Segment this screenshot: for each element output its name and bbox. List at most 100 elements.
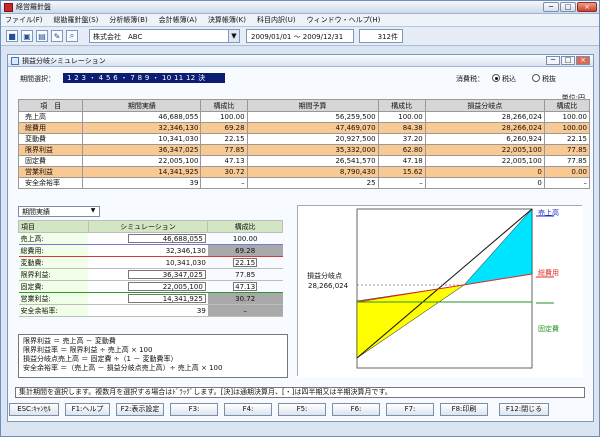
simulation-source-value: 期間実績 (22, 208, 50, 216)
menu-bar: ファイル(F) 総勘羅針盤(S) 分析帳簿(B) 会計帳簿(A) 決算帳簿(K)… (1, 14, 599, 27)
record-count: 312件 (359, 29, 403, 43)
save-icon[interactable]: ■ (6, 30, 18, 42)
search-icon[interactable]: ⌕ (66, 30, 78, 42)
table-row: 限界利益 36,347,025 77.85 35,332,000 62.80 22,005… (17, 144, 591, 156)
f3-button[interactable]: F3: (170, 403, 218, 416)
display-settings-button[interactable]: F2:表示設定 (116, 403, 164, 416)
menu-account-details[interactable]: 科目内訳(U) (257, 15, 296, 25)
break-even-chart: 損益分岐点 28,266,024 売上高 総費用 固定費 (298, 206, 583, 377)
fixed-cost-legend-label: 固定費 (538, 324, 559, 333)
sales-input[interactable]: 46,688,055 (127, 234, 206, 243)
break-even-value: 28,266,024 (308, 282, 349, 290)
f4-button[interactable]: F4: (224, 403, 272, 416)
inner-close-button[interactable]: × (576, 56, 590, 65)
table-header-row: 項 目 期間実績 構成比 期間予算 構成比 損益分岐点 構成比 (17, 99, 591, 112)
inner-title-bar: 損益分岐シミュレーション ─ □ × (8, 55, 593, 67)
window-title: 経営羅針盤 (16, 3, 51, 11)
menu-file[interactable]: ファイル(F) (5, 15, 43, 25)
table-row: 安全余裕率 39–25–0– (17, 177, 591, 189)
break-even-simulation-window: 損益分岐シミュレーション ─ □ × 期間選択： 1 2 3 ・ 4 5 6 ・… (7, 54, 594, 422)
inner-window-title: 損益分岐シミュレーション (22, 56, 106, 65)
escape-cancel-button[interactable]: ESC:ｷｬﾝｾﾙ (9, 403, 59, 416)
simulation-header-row: 項目 シミュレーション 構成比 (18, 220, 283, 233)
company-field[interactable]: 株式会社 ABC (89, 29, 229, 43)
simulation-header-ratio: 構成比 (207, 220, 283, 233)
simulation-row: 売上高: 46,688,055 100.00 (18, 232, 283, 245)
formula-line: 限界利益 ＝ 売上高 － 変動費 (23, 337, 116, 345)
tools-icon[interactable]: ✎ (51, 30, 63, 42)
break-even-chart-panel: 損益分岐点 28,266,024 売上高 総費用 固定費 (297, 205, 583, 377)
period-selector[interactable]: 1 2 3 ・ 4 5 6 ・ 7 8 9 ・ 10 11 12 決 (63, 73, 225, 83)
menu-settlement-books[interactable]: 決算帳簿(K) (208, 15, 246, 25)
status-message: 集計期間を選択します。複数月を選択する場合はﾄﾞﾗｯｸﾞします。[決]は通期決算… (15, 387, 585, 398)
marginal-profit-input[interactable]: 36,347,025 (127, 270, 206, 279)
menu-analysis-books[interactable]: 分析帳簿(B) (109, 15, 147, 25)
help-button[interactable]: F1:ヘルプ (65, 403, 110, 416)
company-dropdown-button[interactable]: ▼ (228, 29, 240, 43)
header-budget-ratio: 構成比 (377, 99, 426, 112)
menu-window-help[interactable]: ウィンドウ・ヘルプ(H) (307, 15, 381, 25)
header-break-even-ratio: 構成比 (543, 99, 591, 112)
app-logo-icon (4, 2, 13, 12)
menu-accounting-books[interactable]: 会計帳簿(A) (159, 15, 197, 25)
simulation-source-dropdown[interactable]: 期間実績 ▼ (18, 206, 100, 217)
period-label: 期間選択： (20, 75, 55, 83)
sales-legend-label: 売上高 (538, 208, 559, 217)
table-row: 売上高 46,688,055 100.00 56,259,500 100.00 28,26… (17, 111, 591, 123)
simulation-row: 変動費: 10,341,030 22.15 (18, 256, 283, 269)
menu-ledger-compass[interactable]: 総勘羅針盤(S) (54, 15, 99, 25)
table-row: 総費用 32,346,130 69.28 47,469,070 84.38 28,266,… (17, 122, 591, 134)
tax-excluded-radio[interactable] (532, 74, 540, 82)
copy-icon[interactable]: ▣ (21, 30, 33, 42)
comparison-table: 項 目 期間実績 構成比 期間予算 構成比 損益分岐点 構成比 売上高 46,68… (17, 99, 591, 189)
table-row: 固定費 22,005,100 47.13 26,541,570 47.18 22,005,… (17, 155, 591, 167)
fixed-cost-input[interactable]: 22,005,100 (127, 282, 206, 291)
f7-button[interactable]: F7: (386, 403, 434, 416)
print-button[interactable]: F8:印刷 (440, 403, 488, 416)
header-actual-ratio: 構成比 (200, 99, 248, 112)
f5-button[interactable]: F5: (278, 403, 326, 416)
simulation-row: 総費用: 32,346,130 69.28 (18, 244, 283, 257)
formula-line: 限界利益率 ＝ 限界利益 ÷ 売上高 × 100 (23, 346, 153, 354)
simulation-row: 限界利益: 36,347,025 77.85 (18, 268, 283, 281)
simulation-header-item: 項目 (18, 220, 89, 233)
minimize-button[interactable]: ─ (543, 2, 559, 12)
inner-minimize-button[interactable]: ─ (546, 56, 560, 65)
simulation-panel: 期間実績 ▼ 項目 シミュレーション 構成比 売上高: 46,688,055 100… (18, 206, 283, 332)
window-controls: ─ □ × (542, 2, 597, 12)
simulation-table: 項目 シミュレーション 構成比 売上高: 46,688,055 100.00 総費用… (18, 220, 283, 317)
close-screen-button[interactable]: F12:閉じる (499, 403, 549, 416)
header-item: 項 目 (17, 99, 84, 112)
period-and-tax-controls: 期間選択： 1 2 3 ・ 4 5 6 ・ 7 8 9 ・ 10 11 12 決… (20, 72, 580, 86)
title-bar: 経営羅針盤 ─ □ × (1, 1, 599, 14)
table-row: 変動費 10,341,030 22.15 20,927,500 37.20 6,260,9… (17, 133, 591, 145)
fiscal-period-field[interactable]: 2009/01/01 〜 2009/12/31 (246, 29, 354, 43)
header-period-budget: 期間予算 (246, 99, 379, 112)
window-document-icon (11, 56, 19, 65)
chevron-down-icon[interactable]: ▼ (88, 207, 98, 216)
formula-line: 安全余裕率 ＝（売上高 － 損益分岐点売上高）÷ 売上高 × 100 (23, 364, 223, 372)
paste-icon[interactable]: ▤ (36, 30, 48, 42)
variable-cost-ratio-input[interactable]: 22.15 (233, 258, 258, 267)
f6-button[interactable]: F6: (332, 403, 380, 416)
table-row: 営業利益 14,341,925 30.72 8,790,430 15.62 0 0.00 (17, 166, 591, 178)
header-break-even: 損益分岐点 (424, 99, 545, 112)
function-key-bar: ESC:ｷｬﾝｾﾙ F1:ヘルプ F2:表示設定 F3: F4: F5: F6:… (9, 403, 591, 416)
tax-label: 消費税： (456, 75, 484, 83)
fixed-cost-ratio-input[interactable]: 47.13 (233, 282, 258, 291)
close-button[interactable]: × (577, 2, 597, 12)
simulation-row: 営業利益: 14,341,925 30.72 (18, 292, 283, 305)
simulation-row: 安全余裕率: 39– (18, 304, 283, 317)
simulation-row: 固定費: 22,005,100 47.13 (18, 280, 283, 293)
formula-line: 損益分岐点売上高 ＝ 固定費 ÷（1 － 変動費率） (23, 355, 178, 363)
maximize-button[interactable]: □ (560, 2, 576, 12)
tax-excluded-label: 税抜 (542, 75, 556, 83)
inner-maximize-button[interactable]: □ (561, 56, 575, 65)
tax-included-radio[interactable] (492, 74, 500, 82)
inner-window-controls: ─ □ × (545, 56, 590, 65)
simulation-header-value: シミュレーション (87, 220, 209, 233)
toolbar: ■ ▣ ▤ ✎ ⌕ 株式会社 ABC ▼ 2009/01/01 〜 2009/1… (1, 27, 599, 46)
tax-included-label: 税込 (502, 75, 516, 83)
operating-profit-input[interactable]: 14,341,925 (127, 294, 206, 303)
break-even-label: 損益分岐点 (307, 271, 342, 280)
